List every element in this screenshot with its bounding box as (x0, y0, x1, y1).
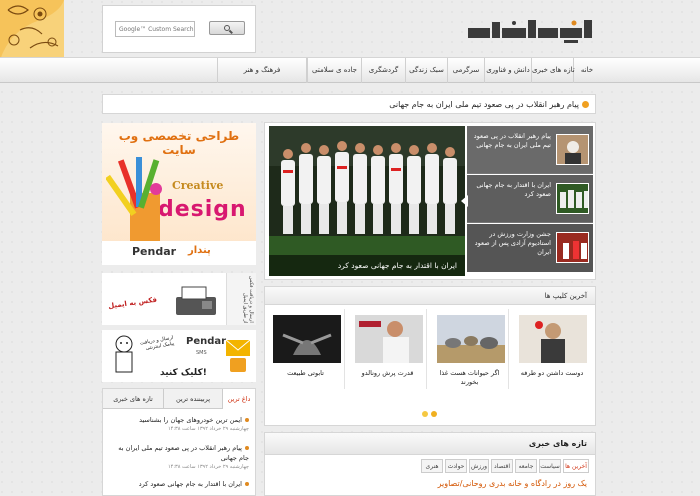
list-item-date: چهارشنبه ۲۹ خرداد ۱۳۹۲ ساعت ۱۴:۳۸ (167, 464, 249, 470)
pager-dot[interactable] (431, 411, 437, 417)
slider-photo[interactable] (269, 126, 465, 276)
list-item[interactable]: ایران با اقتدار به جام جهانی صعود کرد (109, 479, 249, 489)
bullet-icon (582, 101, 589, 108)
clip-thumb[interactable] (519, 315, 587, 363)
latest-news-section: تازه های خبری آخرین ها سیاست جامعه اقتصا… (264, 432, 596, 496)
list-item[interactable]: پیام رهبر انقلاب در پی صعود تیم ملی ایرا… (109, 443, 249, 471)
clip-thumb[interactable] (273, 315, 341, 363)
nav-item-tourism[interactable]: گردشگری (361, 58, 405, 83)
slider-item-title[interactable]: جشن وزارت ورزش در استادیوم آزادی پس از ص… (471, 230, 551, 257)
search-icon (224, 25, 230, 31)
featured-slider: ایران با اقتدار به جام جهانی صعود کرد پی… (264, 122, 596, 280)
nav-item-news[interactable]: تازه های خبری (531, 58, 575, 83)
slider-item-title[interactable]: ایران با اقتدار به جام جهانی صعود کرد (471, 181, 551, 199)
tab-most-viewed[interactable]: پربیننده ترین (163, 389, 223, 409)
pencils-icon (106, 157, 162, 245)
clip-caption[interactable]: دوست داشتن دو طرفه (513, 369, 591, 378)
list-item-date: چهارشنبه ۲۹ خرداد ۱۳۹۲ ساعت ۱۴:۳۸ (167, 426, 249, 432)
clip-caption[interactable]: تابوتی طبیعت (267, 369, 344, 378)
latest-news-title: تازه های خبری (528, 439, 587, 448)
latest-news-header: تازه های خبری (265, 433, 595, 455)
list-item-title[interactable]: ایمن ترین خودروهای جهان را بشناسید (139, 416, 242, 424)
pager-dot[interactable] (422, 411, 428, 417)
clips-section: آخرین کلیپ ها دوست داشتن دو طرفه اگر حیو… (264, 286, 596, 426)
banner-design-word: design (158, 197, 247, 222)
category-tab-sports[interactable]: ورزش (469, 459, 489, 473)
slider-caption[interactable]: ایران با اقتدار به جام جهانی صعود کرد (269, 255, 465, 276)
banner-fax-to-email[interactable]: فکس به ایمیل ارسال و دریافت فکس از طریق … (102, 273, 256, 325)
banner-sms[interactable]: ارسال و دریافت پیامک اینترنتی Pendar SMS… (102, 330, 256, 382)
news-ticker: پیام رهبر انقلاب در پی صعود تیم ملی ایرا… (102, 94, 596, 114)
clip-thumb[interactable] (437, 315, 505, 363)
clip-item[interactable]: اگر حیوانات هست غذا بخورند (431, 309, 509, 389)
slider-item-thumb (556, 183, 589, 214)
latest-news-first-item[interactable]: یک روز در رادگاه و خانه بدری روحانی/تصاو… (438, 479, 587, 488)
ticker-headline[interactable]: پیام رهبر انقلاب در پی صعود تیم ملی ایرا… (389, 95, 579, 114)
nav-item-fun[interactable]: سرگرمی (447, 58, 484, 83)
slider-item[interactable]: پیام رهبر انقلاب در پی صعود تیم ملی ایرا… (467, 126, 593, 174)
slider-item-title[interactable]: پیام رهبر انقلاب در پی صعود تیم ملی ایرا… (471, 132, 551, 150)
slider-item-thumb (556, 134, 589, 165)
tab-latest-news[interactable]: تازه های خبری (103, 389, 163, 409)
corner-ornament (0, 0, 64, 60)
banner-web-design[interactable]: طراحی تخصصی وب سایت Creative design Pend… (102, 123, 256, 265)
nav-item-lifestyle[interactable]: سبک زندگی (405, 58, 447, 83)
category-tab-society[interactable]: جامعه (515, 459, 537, 473)
banner-fax-text: فکس به ایمیل (107, 295, 158, 311)
banner-design-brand-fa: پندار (188, 245, 211, 256)
clip-item[interactable]: تابوتی طبیعت (267, 309, 345, 389)
nav-item-tech[interactable]: دانش و فناوری (484, 58, 531, 83)
clips-title: آخرین کلیپ ها (544, 292, 587, 300)
bullet-icon (245, 446, 249, 450)
envelope-phone-icon (225, 339, 251, 372)
banner-design-creative: Creative (172, 179, 224, 192)
clip-item[interactable]: قدرت پرش رونالدو (349, 309, 427, 389)
search-input[interactable] (115, 21, 195, 37)
bullet-icon (245, 482, 249, 486)
left-tabs-panel: داغ ترین پربیننده ترین تازه های خبری ایم… (102, 388, 256, 496)
nav-item-health[interactable]: جاده ی سلامتی (307, 58, 361, 83)
fax-machine-icon (174, 286, 216, 315)
clip-caption[interactable]: قدرت پرش رونالدو (349, 369, 426, 378)
category-tab-latest[interactable]: آخرین ها (563, 459, 589, 473)
bullet-icon (245, 418, 249, 422)
slider-item-thumb (556, 232, 589, 263)
category-tab-politics[interactable]: سیاست (539, 459, 561, 473)
clip-item[interactable]: دوست داشتن دو طرفه (513, 309, 591, 389)
nav-item-home[interactable]: خانه (573, 58, 600, 83)
search-button[interactable] (209, 21, 245, 35)
banner-sms-cta[interactable]: کلیک کنید! (160, 368, 207, 378)
main-nav: خانه تازه های خبری دانش و فناوری سرگرمی … (0, 57, 700, 83)
category-tab-art[interactable]: هنری (421, 459, 443, 473)
list-item-title[interactable]: ایران با اقتدار به جام جهانی صعود کرد (139, 480, 242, 488)
banner-fax-side: ارسال و دریافت فکس از طریق ایمیل (242, 276, 254, 323)
banner-sms-brand: Pendar (186, 336, 227, 347)
tab-hottest[interactable]: داغ ترین (223, 389, 255, 409)
site-logo[interactable] (468, 18, 594, 44)
category-tab-incidents[interactable]: حوادث (445, 459, 467, 473)
slider-item[interactable]: جشن وزارت ورزش در استادیوم آزادی پس از ص… (467, 224, 593, 272)
clips-header: آخرین کلیپ ها (265, 287, 595, 305)
category-tab-economy[interactable]: اقتصاد (491, 459, 513, 473)
nav-item-culture[interactable]: فرهنگ و هنر (217, 58, 307, 83)
banner-sms-sub: SMS (196, 350, 207, 356)
slider-item[interactable]: ایران با اقتدار به جام جهانی صعود کرد (467, 175, 593, 223)
list-item-title[interactable]: پیام رهبر انقلاب در پی صعود تیم ملی ایرا… (118, 444, 249, 462)
clip-caption[interactable]: اگر حیوانات هست غذا بخورند (431, 369, 508, 387)
list-item[interactable]: ایمن ترین خودروهای جهان را بشناسید چهارش… (109, 415, 249, 433)
slider-pointer-icon (461, 195, 468, 207)
search-box (102, 5, 256, 53)
banner-design-brand: Pendar (132, 245, 177, 258)
clip-thumb[interactable] (355, 315, 423, 363)
